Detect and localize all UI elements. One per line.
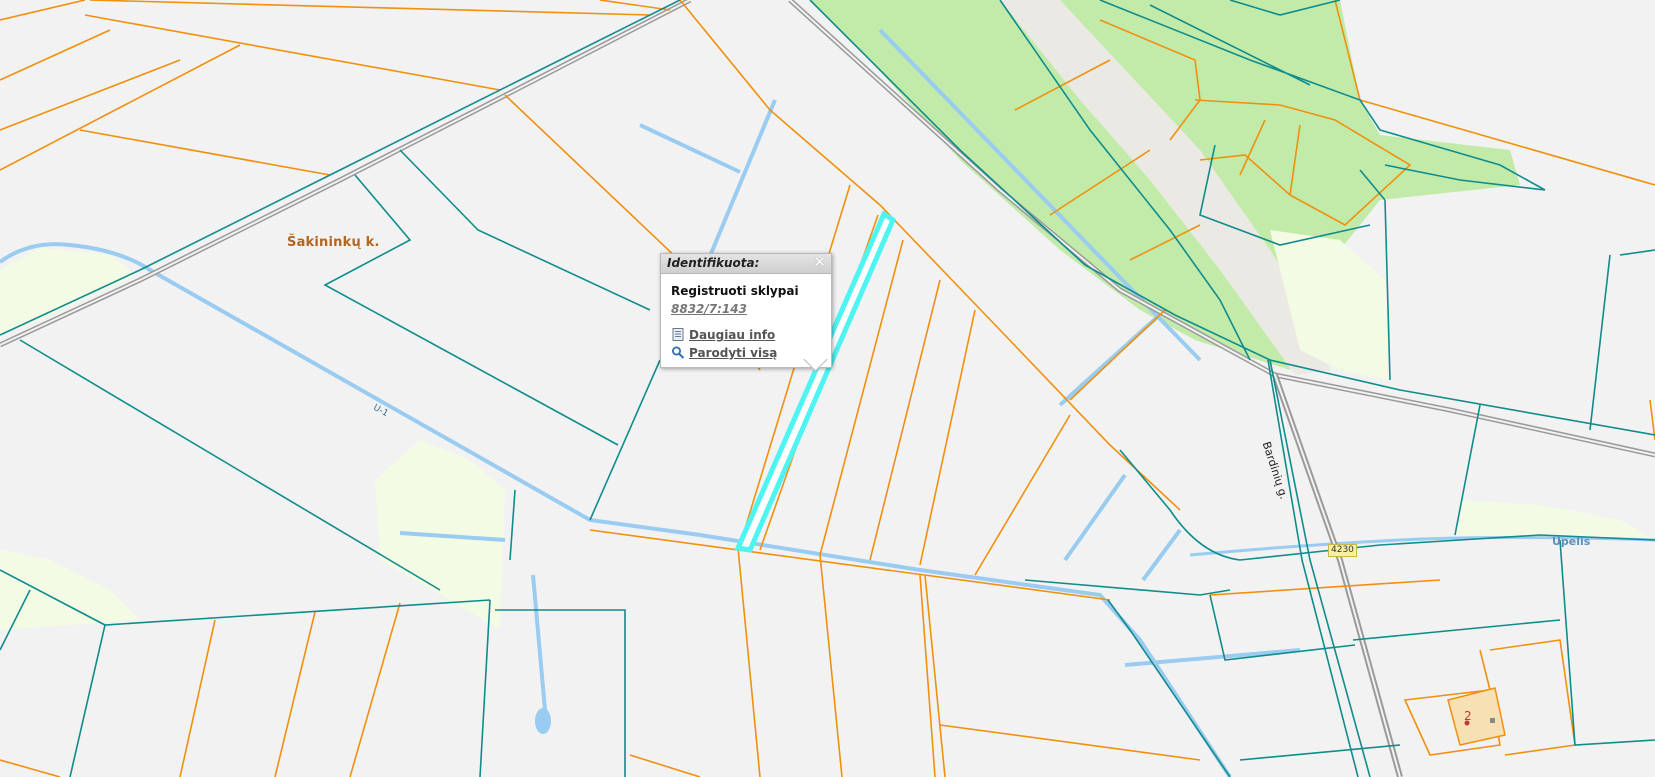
- street-bardiniu: [1272, 374, 1403, 777]
- village-label: Šakininkų k.: [287, 235, 380, 250]
- ditch-u1: [0, 242, 1232, 777]
- river-label: Upelis: [1552, 535, 1591, 548]
- show-all-label: Parodyti visą: [689, 346, 778, 360]
- parcel-id-link[interactable]: 8832/7:143: [671, 302, 747, 316]
- popup-title: Identifikuota:: [667, 256, 760, 270]
- cadastral-boundaries: [0, 0, 1655, 777]
- pond: [535, 708, 551, 734]
- cadastral-map[interactable]: [0, 0, 1655, 777]
- meadow-area: [1455, 500, 1655, 540]
- house-marker: [1447, 687, 1506, 746]
- road-number-badge: 4230: [1328, 544, 1357, 557]
- popup-pointer: [803, 347, 828, 372]
- more-info-label: Daugiau info: [689, 328, 776, 342]
- identify-popup: Identifikuota: ✕ Registruoti sklypai 883…: [660, 253, 832, 372]
- close-icon[interactable]: ✕: [813, 253, 826, 271]
- show-all-link[interactable]: Parodyti visą: [671, 346, 777, 360]
- more-info-link[interactable]: Daugiau info: [671, 328, 775, 342]
- popup-header: Identifikuota: ✕: [661, 253, 831, 274]
- meadow-area: [0, 550, 140, 630]
- popup-section-title: Registruoti sklypai: [671, 284, 799, 298]
- magnifier-icon: [672, 346, 685, 359]
- parcel-boundaries: [0, 0, 1655, 777]
- road-layer: [0, 0, 1655, 777]
- document-icon: [672, 328, 684, 341]
- house-number-label: 2: [1464, 709, 1472, 723]
